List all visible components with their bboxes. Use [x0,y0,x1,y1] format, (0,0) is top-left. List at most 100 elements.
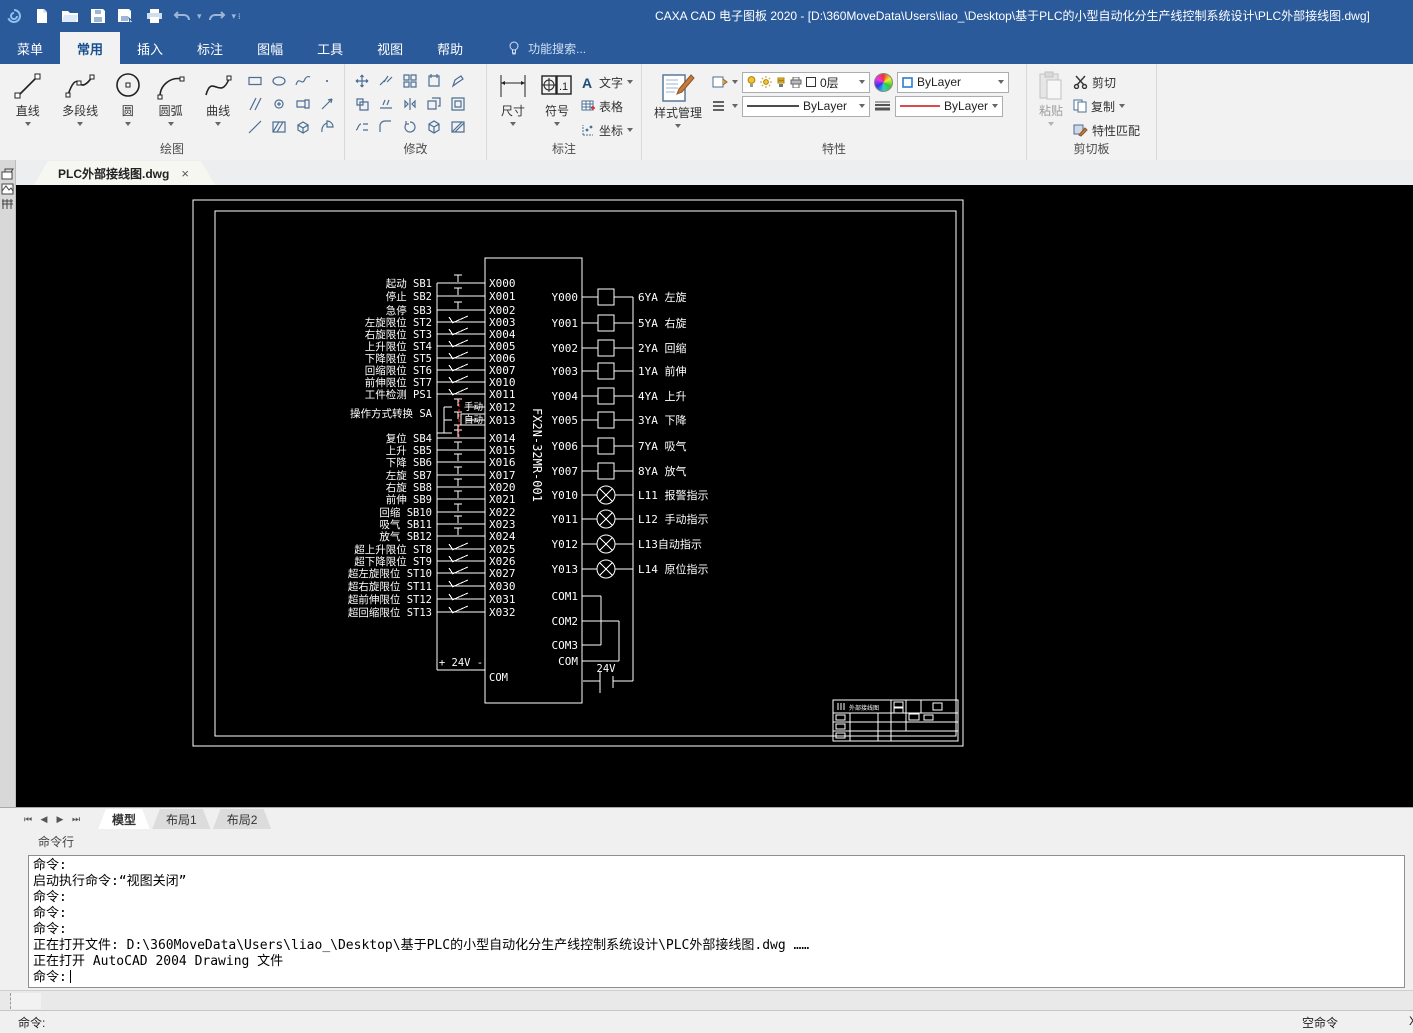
copy-caret[interactable] [1119,104,1125,111]
tab-shitu[interactable]: 视图 [360,32,420,64]
symbol-button[interactable]: .1 符号 [537,69,577,129]
paste-caret[interactable] [1048,122,1054,129]
color-picker-icon[interactable] [874,73,893,92]
drawing-canvas[interactable]: FX2N-32MR-001+ 24V -COM起动 SB1X000停止 SB2X… [16,185,1413,807]
rotate-icon[interactable] [399,117,421,137]
spline-dropdown-caret[interactable] [215,122,221,129]
sketch-line-icon[interactable] [244,117,266,137]
parallel-line-icon[interactable] [244,94,266,114]
block-icon[interactable] [292,117,314,137]
line-dropdown-caret[interactable] [25,122,31,129]
solid-icon[interactable] [423,117,445,137]
style-manager-button[interactable]: 样式管理 [648,69,708,131]
break-icon[interactable] [375,71,397,91]
last-tab-icon[interactable]: ⏭ [68,814,84,825]
linetype-combo[interactable]: ByLayer [742,96,870,117]
tab-gongju[interactable]: 工具 [300,32,360,64]
cut-button[interactable]: 剪切 [1073,71,1140,93]
print-icon[interactable] [141,5,167,27]
next-tab-icon[interactable]: ▶ [52,814,68,825]
tab-model[interactable]: 模型 [98,809,150,830]
lineweight-combo-caret[interactable] [992,104,998,111]
document-tab[interactable]: PLC外部接线图.dwg × [34,161,215,185]
dimension-button[interactable]: 尺寸 [493,69,533,129]
text-dropdown-caret[interactable] [627,80,633,87]
menu-item-caidan[interactable]: 菜单 [0,32,60,64]
section-icon[interactable] [316,117,338,137]
tab-biaozhu[interactable]: 标注 [180,32,240,64]
new-file-icon[interactable] [29,5,55,27]
copy-button[interactable]: 复制 [1073,95,1140,117]
move-icon[interactable] [351,71,373,91]
overlay-icon[interactable] [423,94,445,114]
lineweight-combo[interactable]: ByLayer [895,96,1003,117]
open-file-icon[interactable] [57,5,83,27]
tab-bangzhu[interactable]: 帮助 [420,32,480,64]
function-search[interactable]: 功能搜索... [508,32,586,64]
linetype-tool-icon[interactable] [712,100,728,112]
match-properties-button[interactable]: 特性匹配 [1073,119,1140,141]
stretch-icon[interactable] [351,117,373,137]
tab-tufu[interactable]: 图幅 [240,32,300,64]
color-combo-caret[interactable] [998,80,1004,87]
pipe-icon[interactable] [292,94,314,114]
coordinate-dropdown-caret[interactable] [627,128,633,135]
close-tab-icon[interactable]: × [181,166,189,181]
prev-tab-icon[interactable]: ◀ [36,814,52,825]
undo-dropdown-caret[interactable]: ▾ [197,11,202,22]
array-icon[interactable] [399,71,421,91]
ellipse-icon[interactable] [268,71,290,91]
lineweight-tool-icon[interactable] [874,100,891,112]
symbol-dropdown-caret[interactable] [554,122,560,129]
hatch-icon[interactable] [268,117,290,137]
coordinate-tool-button[interactable]: 坐标 [581,119,633,141]
undo-icon[interactable] [169,5,195,27]
command-history[interactable]: 命令: 启动执行命令:“视图关闭” 命令: 命令: 命令: 正在打开文件: D:… [28,855,1405,988]
quick-access-customize-icon[interactable]: ᎒ [238,10,240,22]
tab-layout1[interactable]: 布局1 [152,809,211,830]
paste-button[interactable]: 粘贴 [1033,69,1069,129]
line-tool-button[interactable]: 直线 [6,69,50,129]
color-combo[interactable]: ByLayer [897,72,1009,93]
dimension-dropdown-caret[interactable] [510,122,516,129]
command-panel-header[interactable]: 命令行 [0,829,1413,853]
polyline-tool-button[interactable]: 多段线 [54,69,107,129]
frame-icon[interactable] [447,94,469,114]
point-icon[interactable] [316,71,338,91]
circle-dropdown-caret[interactable] [125,122,131,129]
polyline-dropdown-caret[interactable] [77,122,83,129]
divide-icon[interactable] [375,94,397,114]
fillet-icon[interactable] [375,117,397,137]
table-tool-button[interactable]: 表格 [581,95,633,117]
circle-tool-button[interactable]: 圆 [111,69,145,129]
redo-icon[interactable] [204,5,230,27]
list-palette-icon[interactable] [1,198,14,210]
arc-dropdown-caret[interactable] [168,122,174,129]
rectangle-icon[interactable] [244,71,266,91]
pen-edit-icon[interactable] [447,71,469,91]
arc-tool-button[interactable]: 圆弧 [149,69,193,129]
clip-icon[interactable] [423,71,445,91]
circle-center-icon[interactable] [268,94,290,114]
offset-icon[interactable] [351,94,373,114]
frame-palette-icon[interactable] [1,183,14,195]
tab-layout2[interactable]: 布局2 [213,809,272,830]
app-logo-icon[interactable] [1,5,27,27]
style-manager-caret[interactable] [675,124,681,131]
layer-combo[interactable]: 0层 [742,72,870,93]
command-prompt-line[interactable]: 命令: [33,970,1400,986]
first-tab-icon[interactable]: ⏮ [20,814,36,825]
linetype-tool-caret[interactable] [732,104,738,111]
spline-tool-button[interactable]: 曲线 [196,69,240,129]
layer-tool-icon[interactable] [712,75,728,89]
tab-charu[interactable]: 插入 [120,32,180,64]
formula-curve-icon[interactable] [292,71,314,91]
paper-palette-icon[interactable] [1,168,14,180]
save-icon[interactable] [85,5,111,27]
mirror-icon[interactable] [399,94,421,114]
fill-edit-icon[interactable] [447,117,469,137]
layer-combo-caret[interactable] [859,80,865,87]
text-tool-button[interactable]: A 文字 [581,71,633,93]
redo-dropdown-caret[interactable]: ▾ [232,11,237,22]
linetype-combo-caret[interactable] [859,104,865,111]
